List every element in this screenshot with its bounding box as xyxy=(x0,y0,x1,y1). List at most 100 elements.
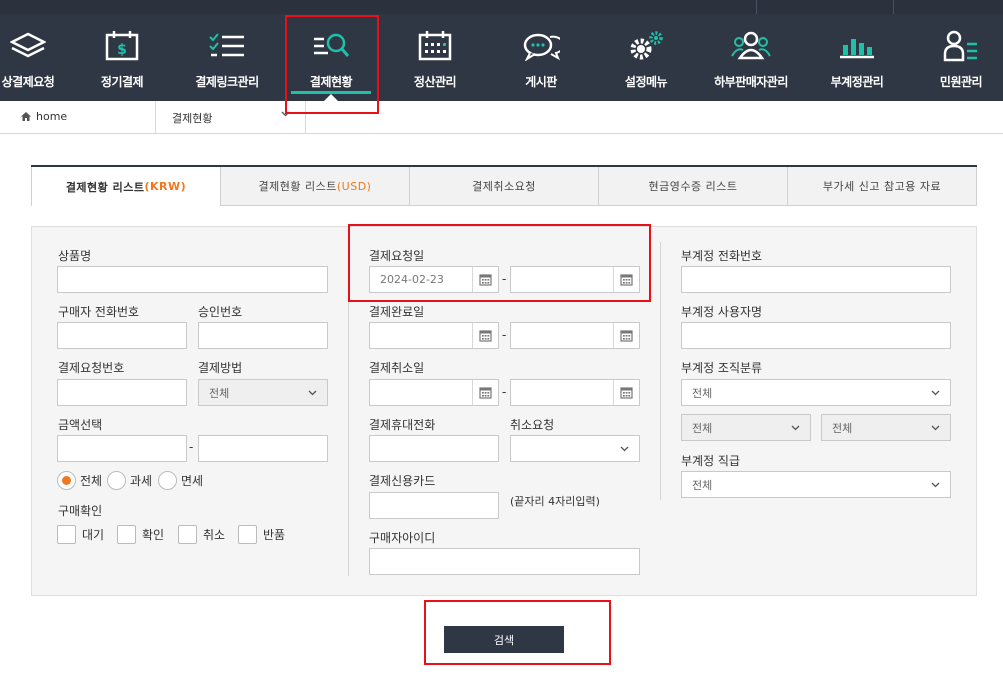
calendar-grid-icon xyxy=(415,28,455,64)
nav-label: 상결제요청 xyxy=(1,75,55,89)
nav-label: 민원관리 xyxy=(939,75,983,89)
nav-item-recurring-payment[interactable]: $ 정기결제 xyxy=(82,14,162,101)
tax-radio-exempt[interactable]: 면세 xyxy=(158,471,203,490)
chevron-down-icon xyxy=(931,425,940,430)
approval-no-input[interactable] xyxy=(198,322,328,349)
pay-method-label: 결제방법 xyxy=(198,361,243,375)
radio-circle[interactable] xyxy=(107,471,126,490)
range-dash: - xyxy=(502,385,507,399)
sub-org-label: 부계정 조직분류 xyxy=(681,361,763,375)
calendar-icon[interactable] xyxy=(472,380,498,405)
mobile-input[interactable] xyxy=(369,435,499,462)
confirm-check-cancel[interactable]: 취소 xyxy=(178,525,225,544)
sub-phone-label: 부계정 전화번호 xyxy=(681,249,763,263)
tab-status-usd[interactable]: 결제현황 리스트 (USD) xyxy=(221,167,410,206)
breadcrumb-home[interactable]: home xyxy=(21,110,67,123)
nav-item-payment-link[interactable]: 결제링크관리 xyxy=(182,14,272,101)
chevron-down-icon[interactable] xyxy=(281,111,290,117)
credit-card-input[interactable] xyxy=(369,492,499,519)
nav-item-payment-status[interactable]: 결제현황 xyxy=(291,14,371,101)
confirm-check-wait[interactable]: 대기 xyxy=(57,525,104,544)
calendar-dollar-icon: $ xyxy=(102,28,142,64)
sub-rank-value: 전체 xyxy=(692,478,713,492)
request-no-input[interactable] xyxy=(57,379,187,406)
breadcrumb-home-label: home xyxy=(36,110,68,123)
complete-date-from[interactable] xyxy=(369,322,499,349)
top-strip-separator xyxy=(893,0,894,14)
radio-circle[interactable] xyxy=(57,471,76,490)
checkbox-label: 대기 xyxy=(82,528,105,542)
nav-item-sub-sellers[interactable]: 하부판매자관리 xyxy=(701,14,801,101)
cancel-request-select[interactable] xyxy=(510,435,640,462)
request-date-to[interactable] xyxy=(510,266,640,293)
cancel-date-from[interactable] xyxy=(369,379,499,406)
radio-label: 면세 xyxy=(181,474,204,488)
nav-label: 결제링크관리 xyxy=(195,75,259,89)
pay-method-select[interactable]: 전체 xyxy=(198,379,328,406)
checkbox-label: 취소 xyxy=(203,528,226,542)
tab-cash-receipt[interactable]: 현금영수증 리스트 xyxy=(599,167,788,206)
nav-item-settlement[interactable]: 정산관리 xyxy=(395,14,475,101)
search-button[interactable]: 검색 xyxy=(444,626,564,653)
sub-org-a-select[interactable]: 전체 xyxy=(681,414,811,441)
tab-label: 결제취소요청 xyxy=(472,180,536,193)
complete-date-to[interactable] xyxy=(510,322,640,349)
nav-item-complaints[interactable]: 민원관리 xyxy=(921,14,1001,101)
breadcrumb-current[interactable]: 결제현황 xyxy=(172,110,212,126)
column-divider xyxy=(660,242,661,500)
sub-phone-input[interactable] xyxy=(681,266,951,293)
tab-label: 부가세 신고 참고용 자료 xyxy=(822,180,942,193)
calendar-icon[interactable] xyxy=(613,267,639,292)
pay-method-value: 전체 xyxy=(209,386,230,400)
column-divider xyxy=(348,242,349,576)
tax-radio-taxable[interactable]: 과세 xyxy=(107,471,152,490)
tax-radio-all[interactable]: 전체 xyxy=(57,471,102,490)
checklist-icon xyxy=(207,28,247,64)
buyer-phone-input[interactable] xyxy=(57,322,187,349)
cancel-request-label: 취소요청 xyxy=(510,418,555,432)
nav-item-payment-request[interactable]: 상결제요청 xyxy=(0,14,68,101)
buyer-phone-label: 구매자 전화번호 xyxy=(58,305,140,319)
complete-date-label: 결제완료일 xyxy=(369,305,425,319)
tab-vat-reference[interactable]: 부가세 신고 참고용 자료 xyxy=(788,167,977,206)
tab-label: 결제현황 리스트 xyxy=(258,180,337,193)
tab-status-krw[interactable]: 결제현황 리스트 (KRW) xyxy=(31,167,221,206)
buyer-id-input[interactable] xyxy=(369,548,640,575)
sub-org-b-select[interactable]: 전체 xyxy=(821,414,951,441)
cancel-date-to[interactable] xyxy=(510,379,640,406)
checkbox[interactable] xyxy=(57,525,76,544)
breadcrumb-divider xyxy=(305,101,306,134)
amount-max-input[interactable] xyxy=(198,435,328,462)
users-icon xyxy=(731,28,771,64)
calendar-icon[interactable] xyxy=(472,323,498,348)
confirm-check-confirmed[interactable]: 확인 xyxy=(117,525,164,544)
sub-org-select[interactable]: 전체 xyxy=(681,379,951,406)
checkbox[interactable] xyxy=(117,525,136,544)
sub-user-label: 부계정 사용자명 xyxy=(681,305,763,319)
calendar-icon[interactable] xyxy=(613,323,639,348)
sub-rank-label: 부계정 직급 xyxy=(681,454,741,468)
nav-item-sub-accounts[interactable]: 부계정관리 xyxy=(817,14,897,101)
checkbox[interactable] xyxy=(238,525,257,544)
amount-min-input[interactable] xyxy=(57,435,187,462)
radio-circle[interactable] xyxy=(158,471,177,490)
nav-item-board[interactable]: 게시판 xyxy=(501,14,581,101)
chevron-down-icon xyxy=(791,425,800,430)
calendar-icon[interactable] xyxy=(613,380,639,405)
cancel-date-label: 결제취소일 xyxy=(369,361,425,375)
checkbox[interactable] xyxy=(178,525,197,544)
product-name-input[interactable] xyxy=(57,266,328,293)
tab-cancel-request[interactable]: 결제취소요청 xyxy=(410,167,599,206)
bar-chart-icon xyxy=(837,28,877,64)
sub-user-input[interactable] xyxy=(681,322,951,349)
sub-rank-select[interactable]: 전체 xyxy=(681,471,951,498)
request-date-from[interactable]: 2024-02-23 xyxy=(369,266,499,293)
nav-item-settings[interactable]: 설정메뉴 xyxy=(606,14,686,101)
card-hint: (끝자리 4자리입력) xyxy=(510,495,600,508)
calendar-icon[interactable] xyxy=(472,267,498,292)
main-nav: 상결제요청 $ 정기결제 결제링크관리 결제현황 정산관리 게시판 설정메뉴 하… xyxy=(0,14,1003,101)
confirm-check-return[interactable]: 반품 xyxy=(238,525,285,544)
request-no-label: 결제요청번호 xyxy=(58,361,125,375)
nav-label: 정산관리 xyxy=(413,75,457,89)
nav-label: 정기결제 xyxy=(100,75,144,89)
